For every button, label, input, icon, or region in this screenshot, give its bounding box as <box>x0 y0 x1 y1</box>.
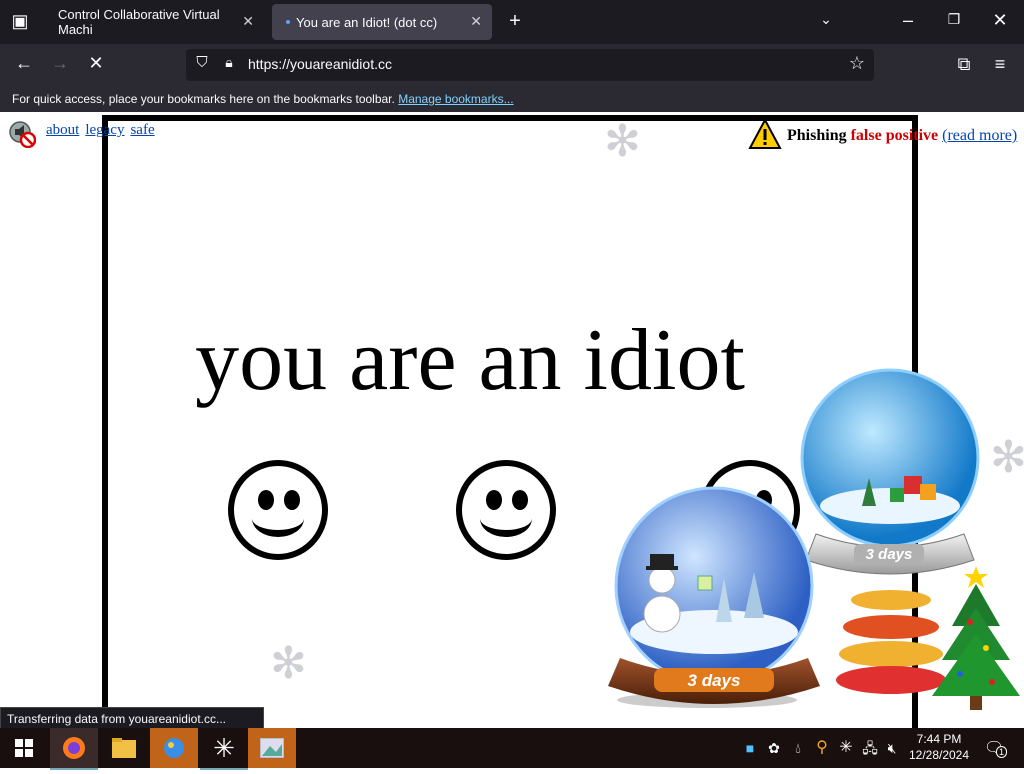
tray-asterisk-icon[interactable]: ✳ <box>834 728 858 768</box>
asterisk-app-icon[interactable]: ✳ <box>200 728 248 770</box>
tab-list-icon[interactable]: ▣ <box>8 11 32 32</box>
clock[interactable]: 7:44 PM 12/28/2024 <box>900 731 978 763</box>
tab-label: Control Collaborative Virtual Machi <box>58 7 220 37</box>
firefox-icon[interactable] <box>50 728 98 770</box>
close-icon[interactable]: ✕ <box>470 13 482 30</box>
image-app-icon[interactable] <box>248 728 296 768</box>
stop-loading-icon[interactable]: ✕ <box>84 53 108 74</box>
tray-drop-icon[interactable]: 💧︎ <box>786 728 810 768</box>
clock-time: 7:44 PM <box>916 732 962 746</box>
tray-search-icon[interactable]: ⚲ <box>810 728 834 768</box>
headline: you are an idiot <box>195 312 745 409</box>
phishing-notice: Phishing false positive (read more) <box>787 127 1017 145</box>
tab-control-vm[interactable]: Control Collaborative Virtual Machi ✕ <box>44 4 264 40</box>
show-desktop-line[interactable] <box>1020 728 1024 768</box>
tab-label: You are an Idiot! (dot cc) <box>296 14 438 30</box>
lock-icon[interactable]: 🔒︎ <box>220 54 238 71</box>
network-icon[interactable]: 🖧︎ <box>858 728 882 768</box>
close-window-icon[interactable]: ✕ <box>988 10 1012 31</box>
manage-bookmarks-link[interactable]: Manage bookmarks... <box>398 92 513 106</box>
bookmark-star-icon[interactable]: ☆ <box>846 53 868 74</box>
loading-indicator-icon <box>286 20 290 24</box>
notification-icon[interactable]: 🗨︎ 1 <box>984 738 1008 758</box>
legacy-link[interactable]: legacy <box>85 122 124 138</box>
globe-badge-label: 3 days <box>866 546 913 563</box>
safe-link[interactable]: safe <box>130 122 154 138</box>
notification-count: 1 <box>996 746 1008 758</box>
phishing-word: Phishing <box>787 127 847 144</box>
snowflake-icon: ✻ <box>604 117 641 166</box>
muted-speaker-icon[interactable] <box>8 120 37 149</box>
christmas-tree-decoration <box>930 564 1022 714</box>
warning-icon <box>748 117 782 150</box>
restore-icon[interactable]: ❐ <box>942 11 966 28</box>
extensions-icon[interactable]: ⧉ <box>952 54 976 75</box>
top-links: about legacy safe <box>46 122 161 139</box>
bookmarks-bar: For quick access, place your bookmarks h… <box>0 86 1024 112</box>
shield-icon[interactable]: ⛉ <box>192 54 212 71</box>
read-more-link[interactable]: (read more) <box>942 127 1017 144</box>
snowflake-icon: ✻ <box>270 639 307 688</box>
forward-icon[interactable]: → <box>48 53 72 74</box>
smiley-face-icon <box>228 460 328 560</box>
chevron-down-icon[interactable]: ⌄ <box>814 11 838 28</box>
about-link[interactable]: about <box>46 122 79 138</box>
page-content: about legacy safe Phishing false positive … <box>0 112 1024 732</box>
windows-start-icon[interactable] <box>0 728 48 768</box>
url-text[interactable]: https://youareanidiot.cc <box>248 56 392 72</box>
close-icon[interactable]: ✕ <box>242 13 254 30</box>
tray-app-icon[interactable]: ✿ <box>762 728 786 768</box>
app-icon[interactable] <box>150 728 198 768</box>
false-positive-word: false positive <box>850 127 939 144</box>
tab-youareanidiot[interactable]: You are an Idiot! (dot cc) ✕ <box>272 4 492 40</box>
snowflake-icon: ✻ <box>990 433 1024 482</box>
status-text: Transferring data from youareanidiot.cc.… <box>0 707 264 729</box>
tab-bar: ▣ Control Collaborative Virtual Machi ✕ … <box>0 0 1024 44</box>
snow-globe-widget[interactable]: 3 days <box>796 366 990 590</box>
snow-globe-widget[interactable]: 3 days <box>592 482 822 712</box>
bookmarks-hint: For quick access, place your bookmarks h… <box>12 92 395 106</box>
globe-badge-label: 3 days <box>688 671 741 690</box>
new-tab-icon[interactable]: + <box>503 10 527 33</box>
clock-date: 12/28/2024 <box>908 748 970 762</box>
tray-square-icon[interactable]: ■ <box>738 728 762 768</box>
back-icon[interactable]: ← <box>12 53 36 74</box>
smiley-face-icon <box>456 460 556 560</box>
menu-icon[interactable]: ≡ <box>988 54 1012 75</box>
minimize-icon[interactable]: – <box>896 10 920 31</box>
file-explorer-icon[interactable] <box>100 728 148 768</box>
taskbar: ✳ ■ ✿ 💧︎ ⚲ ✳ 🖧︎ 🔇︎ <box>0 728 1024 770</box>
